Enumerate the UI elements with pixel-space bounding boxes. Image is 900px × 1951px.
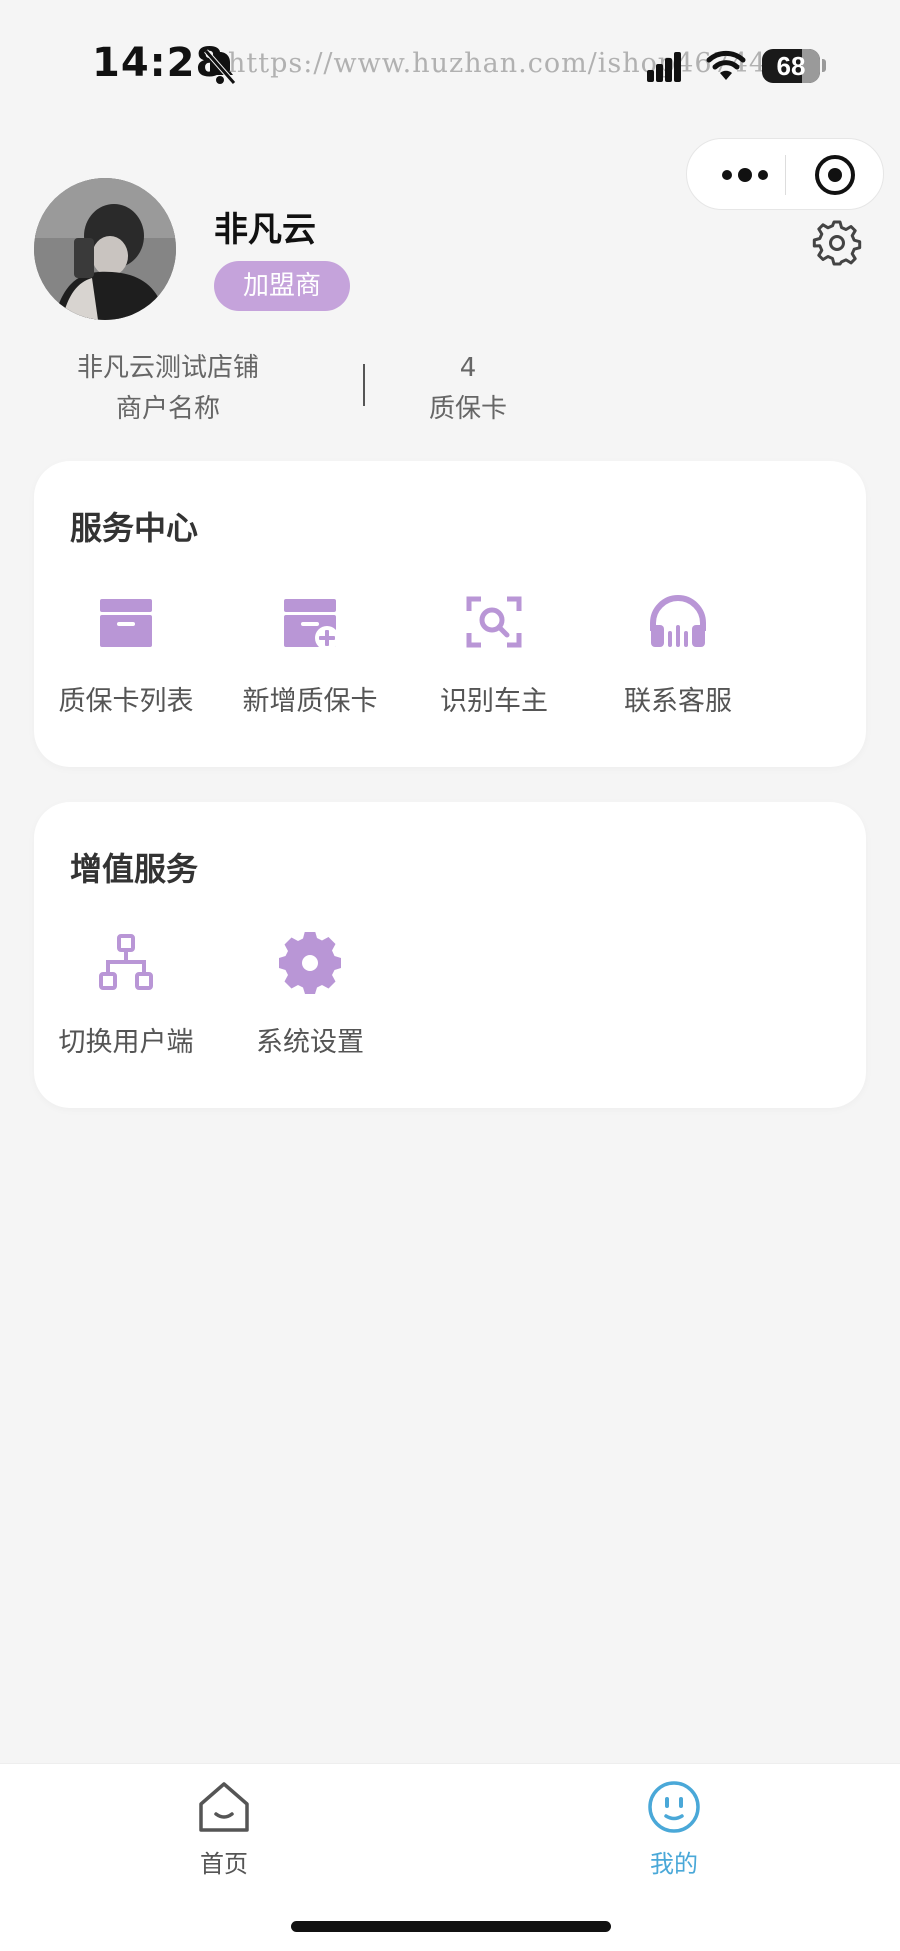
face-icon	[648, 1781, 700, 1833]
shop-stat: 非凡云测试店铺 商户名称	[48, 348, 288, 430]
miniprogram-capsule	[686, 138, 884, 210]
more-icon[interactable]	[715, 157, 775, 193]
tab-mine[interactable]: 我的	[604, 1778, 744, 1879]
identify-owner-button[interactable]: 识别车主	[402, 591, 586, 731]
warranty-card-list-label: 质保卡列表	[58, 686, 194, 717]
home-indicator[interactable]	[291, 1921, 611, 1932]
signal-icon	[647, 52, 681, 82]
switch-client-button[interactable]: 切换用户端	[34, 932, 218, 1072]
role-badge: 加盟商	[214, 261, 350, 311]
tab-mine-label: 我的	[650, 1850, 698, 1878]
tab-home[interactable]: 首页	[154, 1778, 294, 1879]
service-center-title: 服务中心	[70, 509, 199, 547]
system-settings-button[interactable]: 系统设置	[218, 932, 402, 1072]
org-chart-icon	[99, 934, 153, 990]
card-box-icon	[100, 599, 152, 647]
card-count-label: 质保卡	[428, 394, 507, 424]
shop-name-value: 非凡云测试店铺	[76, 353, 259, 383]
service-center-card: 服务中心 质保卡列表 新增质保卡 识别车主 联系客服	[34, 461, 866, 767]
target-icon[interactable]	[813, 153, 857, 197]
wifi-icon	[706, 50, 746, 80]
tab-home-label: 首页	[200, 1850, 248, 1878]
shop-name-label: 商户名称	[115, 394, 220, 424]
value-services-card: 增值服务 切换用户端 系统设置	[34, 802, 866, 1108]
system-settings-label: 系统设置	[256, 1027, 364, 1058]
battery-level: 68	[776, 51, 806, 81]
scan-search-icon	[466, 596, 522, 648]
battery-indicator: 68	[762, 49, 820, 83]
username: 非凡云	[214, 210, 316, 250]
avatar[interactable]	[34, 178, 176, 320]
contact-support-label: 联系客服	[624, 686, 732, 717]
headset-icon	[650, 595, 706, 647]
settings-icon[interactable]	[812, 218, 862, 268]
card-stat[interactable]: 4 质保卡	[368, 348, 568, 430]
card-add-icon	[284, 599, 339, 650]
add-warranty-card-button[interactable]: 新增质保卡	[218, 591, 402, 731]
status-bar: 14:28 https://www.huzhan.com/ishop46744 …	[0, 0, 900, 110]
add-warranty-card-label: 新增质保卡	[242, 686, 378, 717]
value-services-title: 增值服务	[70, 850, 199, 888]
gear-icon	[279, 932, 341, 994]
identify-owner-label: 识别车主	[440, 686, 548, 717]
switch-client-label: 切换用户端	[58, 1027, 194, 1058]
stat-divider	[363, 364, 365, 406]
watermark-url: https://www.huzhan.com/ishop46744	[228, 48, 768, 79]
capsule-divider	[785, 155, 786, 195]
contact-support-button[interactable]: 联系客服	[586, 591, 770, 731]
warranty-card-list-button[interactable]: 质保卡列表	[34, 591, 218, 731]
battery-tip	[822, 59, 826, 72]
card-count-value: 4	[459, 353, 477, 383]
home-icon	[199, 1782, 249, 1832]
avatar-photo	[34, 178, 176, 320]
